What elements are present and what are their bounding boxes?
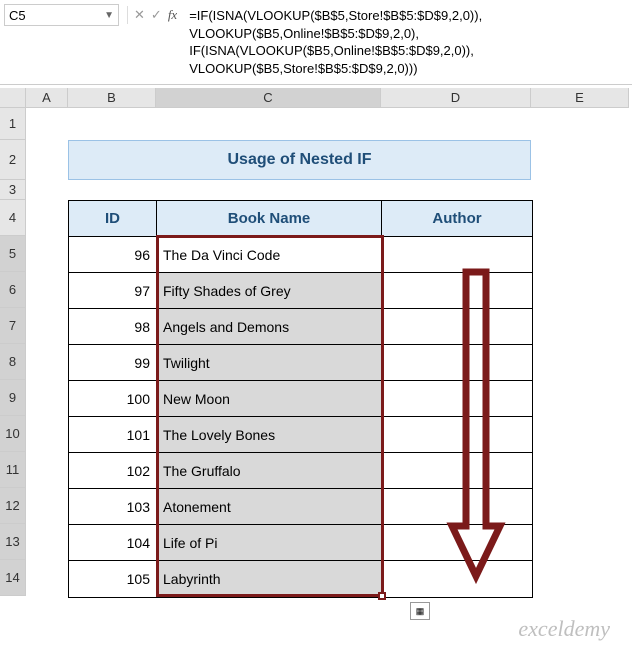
row-header-8[interactable]: 8 bbox=[0, 344, 26, 380]
accept-icon[interactable]: ✓ bbox=[151, 7, 162, 23]
column-header-A[interactable]: A bbox=[26, 88, 68, 108]
row-header-2[interactable]: 2 bbox=[0, 140, 26, 180]
table-row: 104 Life of Pi bbox=[69, 525, 532, 561]
column-header-D[interactable]: D bbox=[381, 88, 531, 108]
row-header-9[interactable]: 9 bbox=[0, 380, 26, 416]
table-row: 99 Twilight bbox=[69, 345, 532, 381]
cell-id[interactable]: 100 bbox=[69, 381, 157, 417]
cell-book[interactable]: Fifty Shades of Grey bbox=[157, 273, 382, 309]
row-header-10[interactable]: 10 bbox=[0, 416, 26, 452]
cell-author[interactable] bbox=[382, 309, 532, 345]
cell-book[interactable]: Angels and Demons bbox=[157, 309, 382, 345]
cell-author[interactable] bbox=[382, 273, 532, 309]
cell-id[interactable]: 103 bbox=[69, 489, 157, 525]
cell-book[interactable]: The Gruffalo bbox=[157, 453, 382, 489]
cell-author[interactable] bbox=[382, 561, 532, 597]
formula-bar: C5 ▼ ✕ ✓ fx =IF(ISNA(VLOOKUP($B$5,Store!… bbox=[0, 0, 632, 85]
cell-book[interactable]: Life of Pi bbox=[157, 525, 382, 561]
name-box[interactable]: C5 ▼ bbox=[4, 4, 119, 26]
cancel-icon[interactable]: ✕ bbox=[134, 7, 145, 23]
column-header-B[interactable]: B bbox=[68, 88, 156, 108]
cell-id[interactable]: 99 bbox=[69, 345, 157, 381]
column-header-E[interactable]: E bbox=[531, 88, 629, 108]
table-row: 101 The Lovely Bones bbox=[69, 417, 532, 453]
column-header-C[interactable]: C bbox=[156, 88, 381, 108]
formula-input[interactable]: =IF(ISNA(VLOOKUP($B$5,Store!$B$5:$D$9,2,… bbox=[185, 4, 628, 80]
cell-id[interactable]: 98 bbox=[69, 309, 157, 345]
fx-icon[interactable]: fx bbox=[168, 7, 177, 23]
cell-author[interactable] bbox=[382, 489, 532, 525]
autofill-options-icon[interactable]: ▦ bbox=[410, 602, 430, 620]
cell-author[interactable] bbox=[382, 525, 532, 561]
row-headers: 1 2 3 4 5 6 7 8 9 10 11 12 13 14 bbox=[0, 108, 26, 596]
data-table: ID Book Name Author 96 The Da Vinci Code… bbox=[68, 200, 533, 598]
cell-book[interactable]: Labyrinth bbox=[157, 561, 382, 597]
name-box-value: C5 bbox=[9, 8, 104, 23]
cell-author[interactable] bbox=[382, 453, 532, 489]
watermark: exceldemy bbox=[518, 616, 610, 642]
table-row: 100 New Moon bbox=[69, 381, 532, 417]
cell-book[interactable]: The Lovely Bones bbox=[157, 417, 382, 453]
table-row: 105 Labyrinth bbox=[69, 561, 532, 597]
row-header-14[interactable]: 14 bbox=[0, 560, 26, 596]
cell-author[interactable] bbox=[382, 381, 532, 417]
cell-book[interactable]: The Da Vinci Code bbox=[157, 237, 382, 273]
cell-author[interactable] bbox=[382, 417, 532, 453]
row-header-7[interactable]: 7 bbox=[0, 308, 26, 344]
table-row: 97 Fifty Shades of Grey bbox=[69, 273, 532, 309]
cell-book[interactable]: New Moon bbox=[157, 381, 382, 417]
row-header-12[interactable]: 12 bbox=[0, 488, 26, 524]
cell-id[interactable]: 101 bbox=[69, 417, 157, 453]
row-header-3[interactable]: 3 bbox=[0, 180, 26, 200]
column-headers: A B C D E bbox=[26, 88, 629, 108]
cell-id[interactable]: 96 bbox=[69, 237, 157, 273]
table-row: 96 The Da Vinci Code bbox=[69, 237, 532, 273]
row-header-11[interactable]: 11 bbox=[0, 452, 26, 488]
cell-id[interactable]: 97 bbox=[69, 273, 157, 309]
header-author[interactable]: Author bbox=[382, 201, 532, 237]
title-cell[interactable]: Usage of Nested IF bbox=[68, 140, 531, 180]
table-header-row: ID Book Name Author bbox=[69, 201, 532, 237]
row-header-1[interactable]: 1 bbox=[0, 108, 26, 140]
cell-book[interactable]: Atonement bbox=[157, 489, 382, 525]
cell-id[interactable]: 104 bbox=[69, 525, 157, 561]
table-row: 103 Atonement bbox=[69, 489, 532, 525]
fill-handle[interactable] bbox=[378, 592, 386, 600]
row-header-4[interactable]: 4 bbox=[0, 200, 26, 236]
row-header-5[interactable]: 5 bbox=[0, 236, 26, 272]
formula-controls: ✕ ✓ fx bbox=[119, 4, 185, 26]
cell-book[interactable]: Twilight bbox=[157, 345, 382, 381]
header-book[interactable]: Book Name bbox=[157, 201, 382, 237]
row-header-6[interactable]: 6 bbox=[0, 272, 26, 308]
header-id[interactable]: ID bbox=[69, 201, 157, 237]
table-row: 98 Angels and Demons bbox=[69, 309, 532, 345]
cell-id[interactable]: 102 bbox=[69, 453, 157, 489]
table-row: 102 The Gruffalo bbox=[69, 453, 532, 489]
cell-author[interactable] bbox=[382, 237, 532, 273]
row-header-13[interactable]: 13 bbox=[0, 524, 26, 560]
cell-author[interactable] bbox=[382, 345, 532, 381]
chevron-down-icon[interactable]: ▼ bbox=[104, 10, 114, 21]
select-all-corner[interactable] bbox=[0, 88, 26, 108]
cell-id[interactable]: 105 bbox=[69, 561, 157, 597]
